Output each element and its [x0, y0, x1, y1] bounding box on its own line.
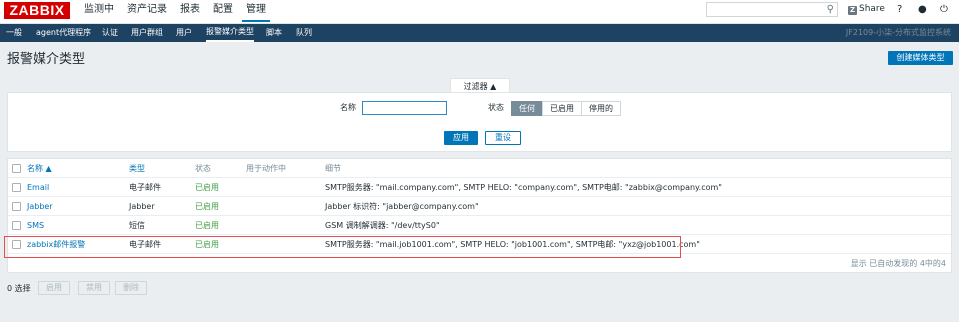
share-link[interactable]: Z Share	[848, 3, 885, 16]
status-enabled-option[interactable]: 已启用	[542, 101, 582, 116]
submenu-proxies[interactable]: agent代理程序	[36, 24, 91, 42]
help-icon[interactable]: ?	[897, 3, 902, 16]
filter-status-label: 状态	[488, 103, 504, 112]
status-any-option[interactable]: 任何	[511, 101, 543, 116]
submenu-scripts[interactable]: 脚本	[266, 24, 282, 42]
row-checkbox[interactable]	[12, 221, 21, 230]
main-menu: 监测中 资产记录 报表 配置 管理	[80, 0, 275, 24]
highlight-box	[4, 236, 681, 258]
logout-icon[interactable]: ⏻	[940, 3, 948, 16]
filter-panel: 名称 状态 任何 已启用 停用的 应用 重设	[7, 92, 952, 152]
status-toggle-link[interactable]: 已启用	[195, 216, 219, 235]
media-type-details: Jabber 标识符: "jabber@company.com"	[325, 202, 479, 211]
menu-reports[interactable]: 报表	[176, 0, 204, 22]
media-type-name-link[interactable]: Email	[27, 178, 49, 197]
create-media-type-button[interactable]: 创建媒体类型	[888, 51, 953, 65]
filter-status-segmented: 任何 已启用 停用的	[511, 101, 621, 116]
apply-button[interactable]: 应用	[444, 131, 478, 145]
filter-name-label: 名称	[340, 103, 356, 112]
media-type-details: SMTP服务器: "mail.company.com", SMTP HELO: …	[325, 183, 722, 192]
submenu-authentication[interactable]: 认证	[102, 24, 118, 42]
media-type-kind: Jabber	[129, 202, 155, 211]
table-row: SMS 短信 已启用 GSM 调制解调器: "/dev/ttyS0"	[8, 216, 951, 235]
menu-administration[interactable]: 管理	[242, 0, 270, 22]
submenu-users[interactable]: 用户	[176, 24, 192, 42]
media-type-kind: 电子邮件	[129, 183, 161, 192]
table-row: Jabber Jabber 已启用 Jabber 标识符: "jabber@co…	[8, 197, 951, 216]
reset-button[interactable]: 重设	[485, 131, 521, 145]
server-name: JF2109-小柒-分布式监控系统	[845, 28, 951, 37]
top-bar: ZABBIX 监测中 资产记录 报表 配置 管理 ⚲ Z Share ? ● ⏻	[0, 0, 959, 24]
row-checkbox[interactable]	[12, 183, 21, 192]
media-type-name-link[interactable]: Jabber	[27, 197, 53, 216]
submenu-general[interactable]: 一般	[6, 24, 22, 42]
column-used-in-actions: 用于动作中	[246, 164, 286, 173]
sub-menu: 一般 agent代理程序 认证 用户群组 用户 报警媒介类型 脚本 队列 JF2…	[0, 24, 959, 42]
column-details: 细节	[325, 164, 341, 173]
page-title: 报警媒介类型	[7, 52, 86, 67]
media-type-kind: 短信	[129, 221, 145, 230]
menu-monitoring[interactable]: 监测中	[80, 0, 118, 22]
status-toggle-link[interactable]: 已启用	[195, 197, 219, 216]
table-row: Email 电子邮件 已启用 SMTP服务器: "mail.company.co…	[8, 178, 951, 197]
submenu-user-groups[interactable]: 用户群组	[131, 24, 163, 42]
status-toggle-link[interactable]: 已启用	[195, 178, 219, 197]
media-type-details: GSM 调制解调器: "/dev/ttyS0"	[325, 221, 440, 230]
column-name-sort[interactable]: 名称 ▲	[27, 159, 52, 178]
share-icon: Z	[848, 6, 857, 15]
row-checkbox[interactable]	[12, 202, 21, 211]
search-icon[interactable]: ⚲	[827, 4, 834, 16]
search-input[interactable]: ⚲	[706, 2, 838, 17]
filter-tab[interactable]: 过滤器 ▲	[450, 78, 510, 93]
menu-configuration[interactable]: 配置	[209, 0, 237, 22]
submenu-queue[interactable]: 队列	[296, 24, 312, 42]
selected-count: 0 选择	[7, 284, 31, 293]
mass-enable-button[interactable]: 启用	[38, 281, 70, 295]
submenu-media-types[interactable]: 报警媒介类型	[206, 24, 254, 42]
table-header: 名称 ▲ 类型 状态 用于动作中 细节	[8, 159, 951, 178]
filter-name-input[interactable]	[362, 101, 447, 115]
table-footer-count: 显示 已自动发现的 4中的4	[850, 259, 946, 268]
mass-disable-button[interactable]: 禁用	[78, 281, 110, 295]
zabbix-logo[interactable]: ZABBIX	[4, 2, 70, 19]
menu-inventory[interactable]: 资产记录	[123, 0, 171, 22]
column-status: 状态	[195, 164, 211, 173]
mass-delete-button[interactable]: 删除	[115, 281, 147, 295]
status-disabled-option[interactable]: 停用的	[581, 101, 621, 116]
media-type-name-link[interactable]: SMS	[27, 216, 44, 235]
column-type-sort[interactable]: 类型	[129, 159, 145, 178]
select-all-checkbox[interactable]	[12, 164, 21, 173]
share-label: Share	[859, 4, 885, 14]
user-profile-icon[interactable]: ●	[918, 3, 927, 16]
